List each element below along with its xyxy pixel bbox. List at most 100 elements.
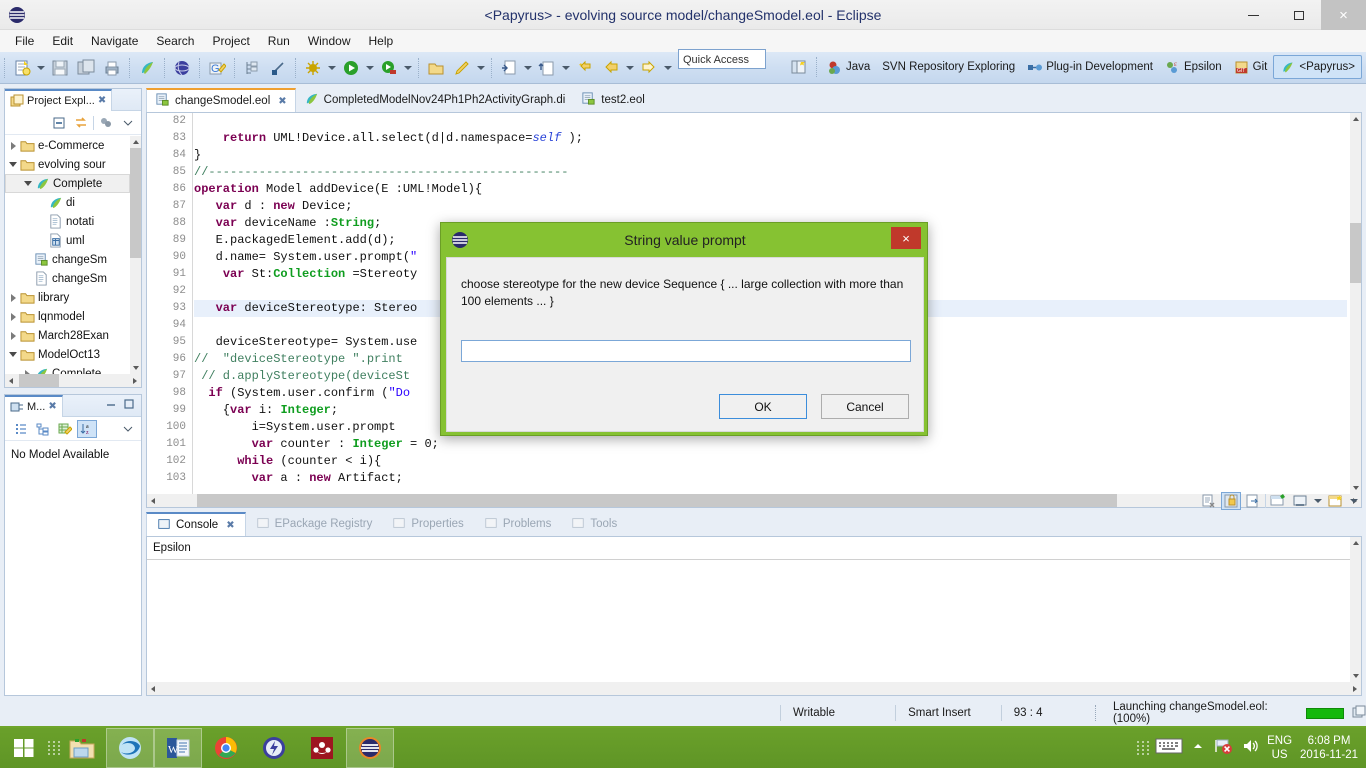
start-button[interactable] (0, 728, 48, 768)
tab-model[interactable]: M... ✖ (5, 395, 63, 417)
tree-item[interactable]: e-Commerce (5, 136, 130, 155)
chrome-icon[interactable] (202, 728, 250, 768)
tree-item[interactable]: uml (5, 231, 130, 250)
quick-access-input[interactable]: Quick Access (678, 49, 766, 69)
open-console-icon[interactable] (1290, 492, 1310, 510)
tree-item[interactable]: library (5, 288, 130, 307)
perspective-java[interactable]: Java (821, 55, 876, 79)
run-icon[interactable] (339, 56, 363, 80)
project-explorer-vertical-scrollbar[interactable] (130, 136, 141, 374)
maximize-view-icon[interactable] (123, 397, 135, 415)
edit-table-icon[interactable] (55, 420, 75, 438)
editor-tab[interactable]: test2.eol (573, 88, 652, 112)
collapse-arrow-icon[interactable] (22, 181, 34, 186)
editor-vertical-scrollbar[interactable] (1350, 113, 1361, 494)
close-icon[interactable]: ✖ (48, 401, 56, 412)
perspective-epsilon[interactable]: ε Epsilon (1159, 55, 1228, 79)
expand-arrow-icon[interactable] (7, 313, 19, 321)
back-dropdown-icon[interactable] (624, 57, 636, 79)
expand-arrow-icon[interactable] (7, 142, 19, 150)
network-icon[interactable] (1213, 737, 1233, 760)
scroll-lock-icon[interactable] (1221, 492, 1241, 510)
show-hidden-icons-icon[interactable] (1191, 739, 1205, 758)
debug-dropdown-icon[interactable] (326, 57, 338, 79)
minimize-view-icon[interactable] (105, 397, 117, 415)
console-tab[interactable]: Tools (561, 512, 627, 536)
last-edit-location-icon[interactable] (573, 56, 597, 80)
scroll-up-icon[interactable] (1350, 537, 1361, 549)
run-external-tools-icon[interactable] (377, 56, 401, 80)
tab-project-explorer[interactable]: Project Expl... ✖ (5, 89, 112, 111)
scroll-down-icon[interactable] (130, 362, 141, 374)
collapse-arrow-icon[interactable] (7, 162, 19, 167)
console-tab[interactable]: EPackage Registry (246, 512, 383, 536)
perspective-papyrus[interactable]: <Papyrus> (1273, 55, 1362, 79)
forward-icon[interactable] (637, 56, 661, 80)
scroll-up-icon[interactable] (1350, 113, 1361, 125)
dialog-close-button[interactable]: × (891, 227, 921, 249)
new-dropdown-icon[interactable] (35, 57, 47, 79)
word-icon[interactable]: W (154, 728, 202, 768)
scroll-thumb[interactable] (19, 374, 59, 387)
perspective-git[interactable]: GIT Git (1228, 55, 1274, 79)
previous-annotation-dropdown-icon[interactable] (560, 57, 572, 79)
view-chevron-icon[interactable] (118, 420, 138, 438)
code-line[interactable]: while (counter < i){ (194, 453, 1347, 470)
globe-icon[interactable] (170, 56, 194, 80)
menu-search[interactable]: Search (147, 31, 203, 51)
forward-dropdown-icon[interactable] (662, 57, 674, 79)
link-icon[interactable] (266, 56, 290, 80)
dialog-text-input[interactable] (461, 340, 911, 362)
scroll-thumb[interactable] (197, 494, 1117, 507)
console-body[interactable]: Epsilon (146, 536, 1362, 696)
view-menu-icon[interactable] (96, 114, 116, 132)
link-with-editor-icon[interactable] (71, 114, 91, 132)
restore-button[interactable] (1276, 0, 1321, 30)
mendeley-icon[interactable] (298, 728, 346, 768)
display-selected-console-icon[interactable] (1268, 492, 1288, 510)
tree-item[interactable]: changeSm (5, 250, 130, 269)
close-icon[interactable]: ✖ (278, 96, 286, 107)
perspective-svn-repository-exploring[interactable]: SVN Repository Exploring (876, 55, 1021, 79)
collapse-all-icon[interactable] (49, 114, 69, 132)
clock[interactable]: 6:08 PM 2016-11-21 (1300, 734, 1358, 762)
volume-icon[interactable] (1241, 737, 1259, 760)
scroll-left-icon[interactable] (5, 374, 17, 387)
tree-item[interactable]: notati (5, 212, 130, 231)
code-line[interactable]: var counter : Integer = 0; (194, 436, 1347, 453)
project-explorer-tree[interactable]: e-Commerceevolving sourCompletedinotatiu… (5, 136, 141, 387)
code-line[interactable]: //--------------------------------------… (194, 164, 1347, 181)
pin-console-icon[interactable] (1243, 492, 1263, 510)
editor-horizontal-scrollbar[interactable] (147, 494, 1361, 507)
keyboard-icon[interactable] (1155, 737, 1183, 760)
scroll-right-icon[interactable] (129, 374, 141, 387)
show-progress-icon[interactable] (1352, 705, 1366, 722)
close-icon[interactable]: ✖ (226, 520, 234, 531)
new-console-menu-icon[interactable] (1348, 490, 1360, 512)
menu-project[interactable]: Project (203, 31, 258, 51)
next-annotation-dropdown-icon[interactable] (522, 57, 534, 79)
code-line[interactable]: } (194, 147, 1347, 164)
new-icon[interactable] (10, 56, 34, 80)
next-annotation-icon[interactable] (497, 56, 521, 80)
file-explorer-icon[interactable] (58, 728, 106, 768)
taskbar-grip[interactable] (48, 734, 58, 762)
back-icon[interactable] (599, 56, 623, 80)
scroll-right-icon[interactable] (1349, 682, 1361, 695)
code-line[interactable] (194, 113, 1347, 130)
tree-item[interactable]: lqnmodel (5, 307, 130, 326)
close-button[interactable]: × (1321, 0, 1366, 30)
scroll-thumb[interactable] (130, 148, 141, 258)
open-perspective-icon[interactable] (787, 55, 811, 79)
code-line[interactable]: return UML!Device.all.select(d|d.namespa… (194, 130, 1347, 147)
outline-icon[interactable] (240, 56, 264, 80)
editor-tab[interactable]: changeSmodel.eol✖ (146, 88, 296, 112)
papyrus-icon[interactable] (135, 56, 159, 80)
new-console-view-icon[interactable] (1326, 492, 1346, 510)
internet-explorer-icon[interactable] (106, 728, 154, 768)
tree-item[interactable]: changeSm (5, 269, 130, 288)
scroll-down-icon[interactable] (1350, 670, 1361, 682)
expand-arrow-icon[interactable] (7, 332, 19, 340)
console-tab[interactable]: Problems (474, 512, 562, 536)
minimize-button[interactable] (1231, 0, 1276, 30)
